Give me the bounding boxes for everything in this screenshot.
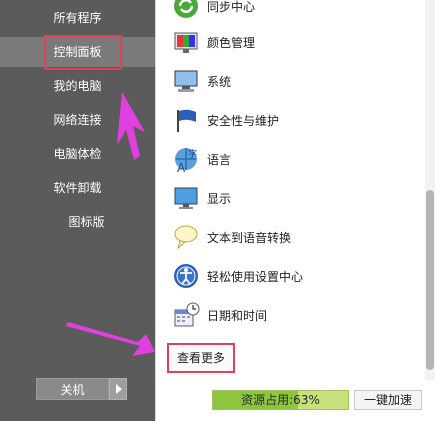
list-item-label: 同步中心: [207, 0, 256, 14]
speech-icon: [171, 222, 201, 252]
list-item-label: 安全性与维护: [207, 113, 280, 128]
shutdown-options-arrow[interactable]: [109, 378, 127, 400]
resource-usage-label: 资源占用:63%: [241, 393, 320, 407]
list-item-display[interactable]: 显示: [171, 180, 411, 216]
list-item-label: 文本到语音转换: [207, 230, 292, 245]
display-icon: [171, 183, 201, 213]
sidebar-item-network[interactable]: 网络连接: [0, 105, 155, 135]
accessibility-icon: [171, 261, 201, 291]
list-item-language[interactable]: A字 语言: [171, 141, 411, 177]
list-item-label: 日期和时间: [207, 308, 268, 323]
svg-text:A: A: [177, 161, 186, 173]
list-item-label: 系统: [207, 74, 232, 89]
flag-icon: [171, 105, 201, 135]
list-item-label: 轻松使用设置中心: [207, 269, 304, 284]
scrollbar[interactable]: [425, 0, 435, 380]
list-item-sync-center[interactable]: 同步中心: [171, 0, 411, 24]
color-management-icon: [171, 27, 201, 57]
sidebar-item-uninstall[interactable]: 软件卸载: [0, 173, 155, 203]
list-item-text-to-speech[interactable]: 文本到语音转换: [171, 219, 411, 255]
language-icon: A字: [171, 144, 201, 174]
sidebar-item-my-computer[interactable]: 我的电脑: [0, 71, 155, 101]
resource-usage-bar: 资源占用:63%: [212, 390, 349, 410]
list-item-security-maintenance[interactable]: 安全性与维护: [171, 102, 411, 138]
list-item-date-time[interactable]: 日期和时间: [171, 297, 411, 333]
list-item-ease-of-access[interactable]: 轻松使用设置中心: [171, 258, 411, 294]
sidebar-item-pc-checkup[interactable]: 电脑体检: [0, 139, 155, 169]
sync-icon: [171, 0, 201, 21]
list-item-label: 显示: [207, 191, 232, 206]
scrollbar-thumb[interactable]: [426, 190, 434, 370]
sidebar-item-icon-view[interactable]: 图标版: [0, 207, 155, 237]
speedup-button[interactable]: 一键加速: [354, 390, 422, 410]
sidebar: 所有程序 控制面板 我的电脑 网络连接 电脑体检 软件卸载 图标版 关机: [0, 0, 155, 421]
calendar-clock-icon: [171, 300, 201, 330]
svg-text:字: 字: [188, 148, 197, 160]
view-more-button[interactable]: 查看更多: [167, 343, 235, 373]
shutdown-button[interactable]: 关机: [36, 378, 109, 400]
list-item-label: 颜色管理: [207, 35, 256, 50]
list-item-color-management[interactable]: 颜色管理: [171, 24, 411, 60]
control-panel-highlight: [44, 35, 122, 70]
system-icon: [171, 66, 201, 96]
list-item-system[interactable]: 系统: [171, 63, 411, 99]
sidebar-item-all-programs[interactable]: 所有程序: [0, 3, 155, 33]
list-item-label: 语言: [207, 152, 232, 167]
